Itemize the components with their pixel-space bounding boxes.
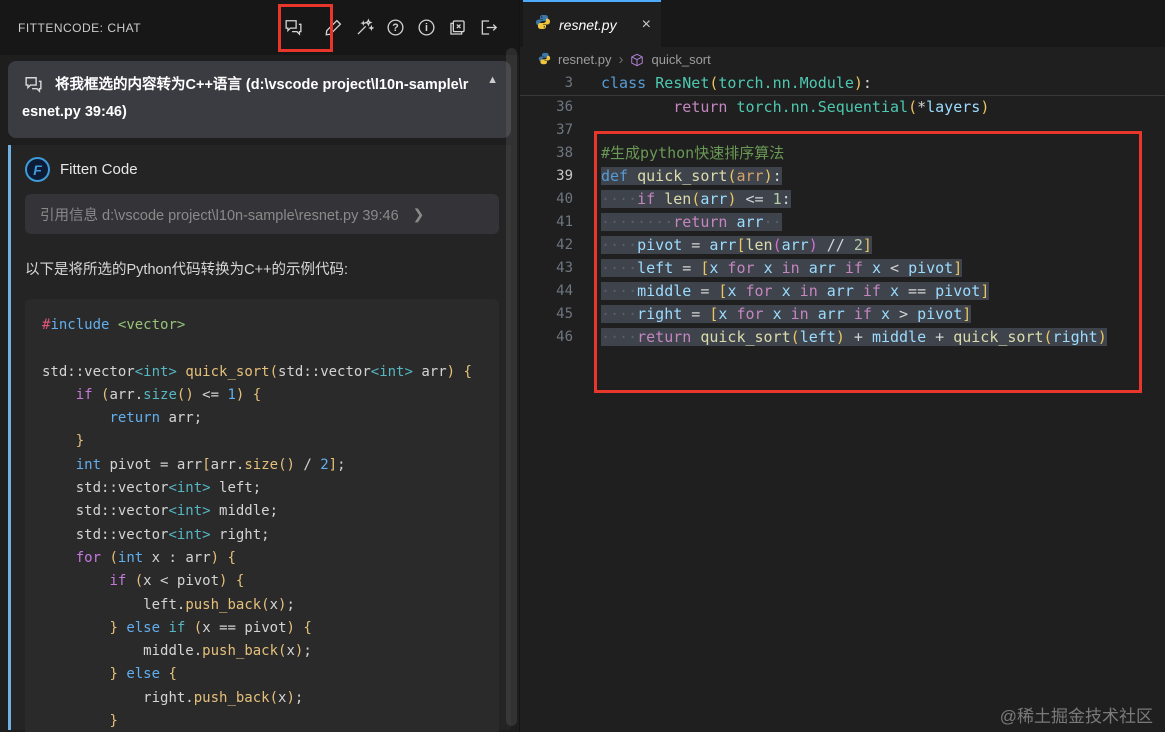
code-line: #include <vector> <box>42 314 489 337</box>
line-number: 39 <box>520 165 573 188</box>
code-line: for (int x : arr) { <box>42 547 489 570</box>
code-line: if (x < pivot) { <box>42 570 489 593</box>
editor-line-38[interactable]: 38#生成python快速排序算法 <box>520 142 1165 165</box>
line-number: 38 <box>520 142 573 165</box>
sticky-scroll-line: 3class ResNet(torch.nn.Module): <box>520 72 1165 96</box>
assistant-response: F Fitten Code 引用信息 d:\vscode project\l10… <box>8 145 511 730</box>
code-line: } <box>42 430 489 453</box>
editor-line-3[interactable]: 3class ResNet(torch.nn.Module): <box>520 72 1165 95</box>
reference-info-text: 引用信息 d:\vscode project\l10n-sample\resne… <box>40 204 399 225</box>
symbol-method-icon <box>630 53 644 67</box>
user-message-text: 将我框选的内容转为C++语言 (d:\vscode project\l10n-s… <box>22 72 497 126</box>
close-all-editors-icon[interactable] <box>444 15 470 41</box>
line-number: 43 <box>520 257 573 280</box>
editor-line-44[interactable]: 44····middle = [x for x in arr if x == p… <box>520 280 1165 303</box>
chevron-right-icon: ❯ <box>413 206 425 223</box>
code-line: return arr; <box>42 407 489 430</box>
line-number: 41 <box>520 211 573 234</box>
code-line: } else if (x == pivot) { <box>42 617 489 640</box>
tab-resnet-py[interactable]: resnet.py × <box>523 0 661 47</box>
panel-header: FITTENCODE: CHAT ? i <box>0 0 519 55</box>
breadcrumb-symbol[interactable]: quick_sort <box>651 52 710 67</box>
editor-line-39[interactable]: 39def quick_sort(arr): <box>520 165 1165 188</box>
editor-line-46[interactable]: 46····return quick_sort(left) + middle +… <box>520 326 1165 349</box>
code-line <box>42 337 489 360</box>
line-number: 3 <box>520 72 573 95</box>
code-line: std::vector<int> quick_sort(std::vector<… <box>42 361 489 384</box>
assistant-header: F Fitten Code <box>25 157 511 182</box>
code-line: std::vector<int> right; <box>42 524 489 547</box>
vscode-window: FITTENCODE: CHAT ? i <box>0 0 1165 732</box>
code-line: left.push_back(x); <box>42 594 489 617</box>
watermark-text: @稀土掘金技术社区 <box>1000 702 1153 727</box>
code-line: } else { <box>42 663 489 686</box>
editor-line-45[interactable]: 45····right = [x for x in arr if x > piv… <box>520 303 1165 326</box>
breadcrumb-file[interactable]: resnet.py <box>558 52 611 67</box>
comment-discussion-icon <box>24 75 43 99</box>
edit-pencil-icon[interactable] <box>320 15 346 41</box>
code-line: if (arr.size() <= 1) { <box>42 384 489 407</box>
fittencode-chat-panel: FITTENCODE: CHAT ? i <box>0 0 520 732</box>
editor-line-40[interactable]: 40····if len(arr) <= 1: <box>520 188 1165 211</box>
line-number: 44 <box>520 280 573 303</box>
code-line: std::vector<int> left; <box>42 477 489 500</box>
tab-close-icon[interactable]: × <box>642 17 651 33</box>
code-line: right.push_back(x); <box>42 687 489 710</box>
tab-label: resnet.py <box>559 17 617 33</box>
editor-tab-strip: resnet.py × <box>520 0 1165 47</box>
fitten-code-logo-icon: F <box>25 157 50 182</box>
collapse-arrow[interactable]: ▲ <box>487 74 498 86</box>
cpp-code-block: #include <vector> std::vector<int> quick… <box>25 299 499 732</box>
sign-out-icon[interactable] <box>475 15 501 41</box>
editor-line-37[interactable]: 37 <box>520 119 1165 142</box>
magic-wand-icon[interactable] <box>351 15 377 41</box>
code-line: int pivot = arr[arr.size() / 2]; <box>42 454 489 477</box>
breadcrumb-separator: › <box>618 51 623 68</box>
svg-text:?: ? <box>392 22 399 34</box>
panel-scrollbar[interactable] <box>506 48 517 726</box>
editor-line-42[interactable]: 42····pivot = arr[len(arr) // 2] <box>520 234 1165 257</box>
line-number: 45 <box>520 303 573 326</box>
line-number: 36 <box>520 96 573 119</box>
svg-text:i: i <box>425 22 428 34</box>
python-file-icon <box>538 52 551 68</box>
editor-line-36[interactable]: 36 return torch.nn.Sequential(*layers) <box>520 96 1165 119</box>
info-icon[interactable]: i <box>413 15 439 41</box>
reference-info-card[interactable]: 引用信息 d:\vscode project\l10n-sample\resne… <box>25 194 499 234</box>
comment-discussion-icon[interactable] <box>280 15 306 41</box>
editor-lines: 36 return torch.nn.Sequential(*layers)37… <box>520 96 1165 349</box>
user-message-card[interactable]: 将我框选的内容转为C++语言 (d:\vscode project\l10n-s… <box>8 61 511 138</box>
help-question-icon[interactable]: ? <box>382 15 408 41</box>
line-number: 37 <box>520 119 573 142</box>
line-number: 46 <box>520 326 573 349</box>
assistant-name: Fitten Code <box>60 161 138 178</box>
code-line: middle.push_back(x); <box>42 640 489 663</box>
line-number: 42 <box>520 234 573 257</box>
python-file-icon <box>535 14 551 35</box>
panel-title: FITTENCODE: CHAT <box>18 21 141 35</box>
editor-line-43[interactable]: 43····left = [x for x in arr if x < pivo… <box>520 257 1165 280</box>
line-number: 40 <box>520 188 573 211</box>
editor-line-41[interactable]: 41········return arr·· <box>520 211 1165 234</box>
assistant-intro-text: 以下是将所选的Python代码转换为C++的示例代码: <box>25 258 511 279</box>
panel-header-actions: ? i <box>280 15 511 41</box>
code-line: } <box>42 710 489 732</box>
code-line: std::vector<int> middle; <box>42 500 489 523</box>
code-editor: resnet.py × resnet.py › quick_sort 3clas… <box>520 0 1165 732</box>
breadcrumb: resnet.py › quick_sort <box>520 47 1165 72</box>
